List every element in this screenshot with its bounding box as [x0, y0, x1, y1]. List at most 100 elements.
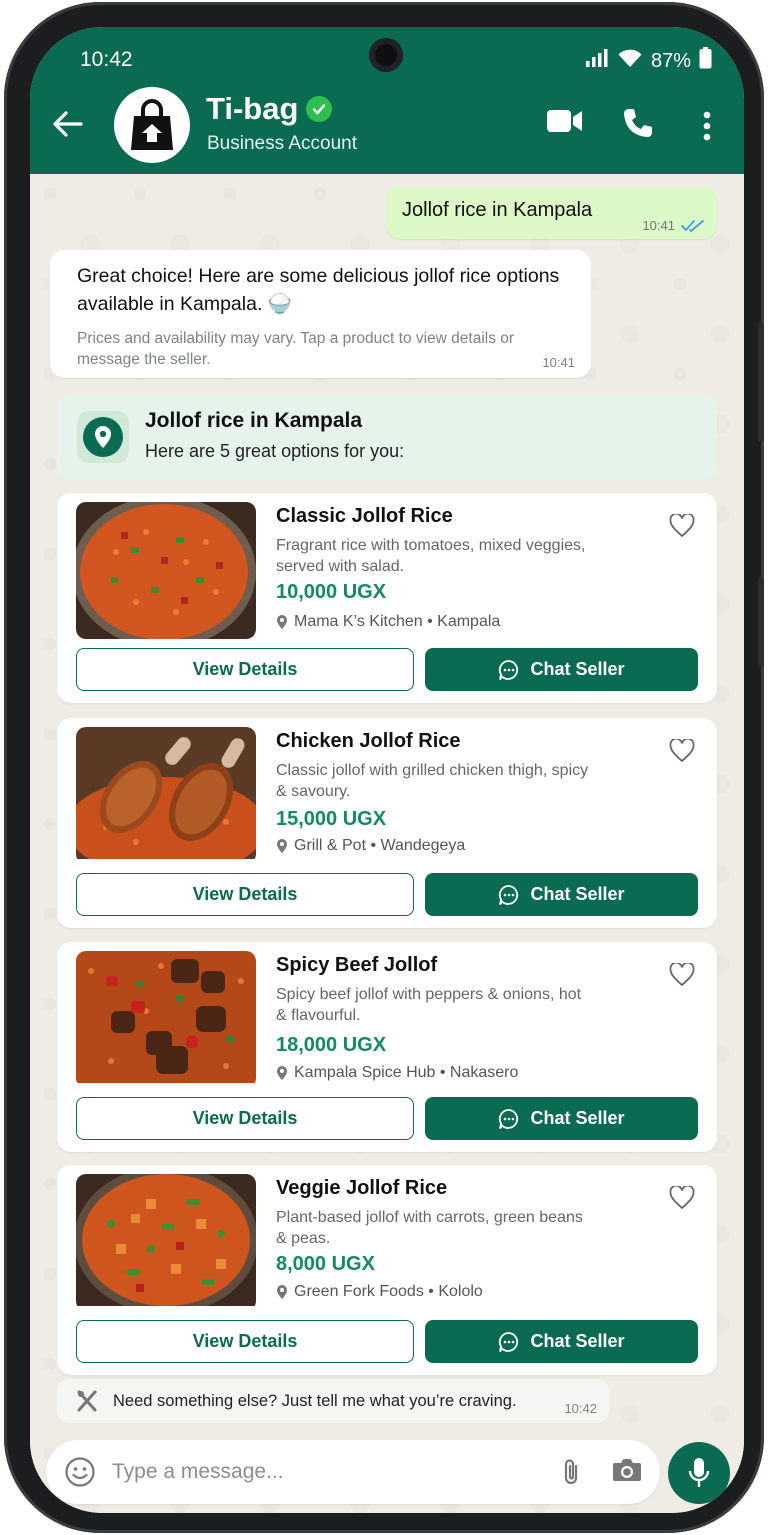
screen: 10:42 87% Ti-bag Business Account Jollof…	[30, 27, 744, 1513]
incoming-message-note: Prices and availability may vary. Tap a …	[77, 330, 515, 368]
product-price: 18,000 UGX	[276, 1034, 387, 1056]
phone-icon	[624, 109, 652, 137]
product-price: 15,000 UGX	[276, 808, 387, 830]
video-call-button[interactable]	[547, 109, 583, 133]
more-options-button[interactable]	[702, 111, 712, 141]
bag-logo-icon	[131, 99, 173, 150]
verified-badge-icon	[306, 96, 333, 122]
chat-seller-button[interactable]: Chat Seller	[425, 873, 698, 916]
heart-icon	[669, 514, 695, 538]
favorite-button[interactable]	[669, 1185, 695, 1211]
chat-seller-label: Chat Seller	[530, 1108, 625, 1128]
favorite-button[interactable]	[669, 513, 695, 539]
product-image[interactable]	[76, 1174, 256, 1311]
message-time: 10:41	[642, 218, 675, 233]
product-name[interactable]: Veggie Jollof Rice	[276, 1177, 447, 1200]
favorite-button[interactable]	[669, 738, 695, 764]
location-pin-icon	[277, 1285, 287, 1299]
video-call-icon	[547, 110, 582, 132]
favorite-button[interactable]	[669, 962, 695, 988]
chat-bubble-icon	[499, 884, 519, 905]
product-card[interactable]: Chicken Jollof Rice Classic jollof with …	[57, 718, 717, 928]
product-location-text: Mama K’s Kitchen • Kampala	[294, 613, 501, 630]
heart-icon	[669, 739, 695, 763]
status-time: 10:42	[80, 48, 133, 71]
product-card[interactable]: Veggie Jollof Rice Plant-based jollof wi…	[57, 1165, 717, 1375]
contact-name[interactable]: Ti-bag	[206, 91, 333, 127]
voice-message-button[interactable]	[668, 1442, 730, 1504]
product-name[interactable]: Spicy Beef Jollof	[276, 954, 437, 977]
chat-seller-button[interactable]: Chat Seller	[425, 1097, 698, 1140]
results-header: Jollof rice in Kampala Here are 5 great …	[57, 395, 717, 480]
product-location: Kampala Spice Hub • Nakasero	[276, 1064, 518, 1082]
product-price: 10,000 UGX	[276, 581, 387, 603]
volume-button	[758, 322, 764, 442]
results-subtitle: Here are 5 great options for you:	[145, 441, 405, 461]
voice-call-button[interactable]	[622, 107, 654, 139]
message-input[interactable]	[112, 1454, 512, 1490]
chat-header: 10:42 87% Ti-bag Business Account	[30, 27, 744, 174]
product-card[interactable]: Spicy Beef Jollof Spicy beef jollof with…	[57, 942, 717, 1152]
product-location: Mama K’s Kitchen • Kampala	[276, 613, 500, 631]
incoming-message-text: Great choice! Here are some delicious jo…	[77, 265, 560, 315]
double-check-icon	[681, 219, 704, 232]
contact-name-text: Ti-bag	[206, 91, 299, 126]
chat-bubble-icon	[499, 1108, 519, 1129]
location-badge	[77, 411, 129, 463]
more-vertical-icon	[703, 111, 711, 141]
product-name[interactable]: Classic Jollof Rice	[276, 505, 453, 528]
product-image[interactable]	[76, 727, 256, 864]
product-location-text: Grill & Pot • Wandegeya	[294, 837, 466, 854]
power-button	[758, 577, 764, 667]
chat-seller-button[interactable]: Chat Seller	[425, 648, 698, 691]
location-pin-icon	[277, 1066, 287, 1080]
product-description: Plant-based jollof with carrots, green b…	[276, 1209, 583, 1247]
chat-seller-button[interactable]: Chat Seller	[425, 1320, 698, 1363]
location-pin-icon	[277, 839, 287, 853]
message-meta: 10:41	[642, 218, 705, 233]
product-card[interactable]: Classic Jollof Rice Fragrant rice with t…	[57, 493, 717, 703]
product-location-text: Green Fork Foods • Kololo	[294, 1283, 483, 1300]
product-location: Grill & Pot • Wandegeya	[276, 837, 465, 855]
product-image[interactable]	[76, 502, 256, 639]
message-time: 10:42	[564, 1401, 597, 1416]
product-price: 8,000 UGX	[276, 1253, 375, 1275]
back-arrow-icon	[53, 111, 83, 137]
chat-seller-label: Chat Seller	[530, 659, 625, 679]
message-time: 10:41	[542, 355, 575, 370]
avatar[interactable]	[114, 87, 190, 163]
product-location: Green Fork Foods • Kololo	[276, 1283, 483, 1301]
chat-seller-label: Chat Seller	[530, 1331, 625, 1351]
incoming-message[interactable]: Great choice! Here are some delicious jo…	[50, 250, 591, 378]
results-title: Jollof rice in Kampala	[145, 409, 363, 432]
camera-button[interactable]	[612, 1457, 642, 1488]
product-description: Spicy beef jollof with peppers & onions,…	[276, 986, 582, 1024]
attach-button[interactable]	[560, 1457, 582, 1492]
view-details-button[interactable]: View Details	[76, 648, 414, 691]
emoji-button[interactable]	[64, 1456, 96, 1493]
view-details-button[interactable]: View Details	[76, 1097, 414, 1140]
view-details-button[interactable]: View Details	[76, 1320, 414, 1363]
assistant-followup-message[interactable]: Need something else? Just tell me what y…	[57, 1379, 609, 1423]
product-name[interactable]: Chicken Jollof Rice	[276, 730, 461, 753]
fork-knife-icon	[77, 1390, 97, 1412]
wifi-icon	[617, 48, 643, 74]
back-button[interactable]	[50, 106, 86, 142]
battery-icon	[699, 47, 712, 75]
emoji-icon	[65, 1457, 95, 1487]
location-pin-icon	[95, 426, 111, 448]
message-composer	[46, 1440, 660, 1504]
heart-icon	[669, 963, 695, 987]
location-pin-icon	[277, 615, 287, 629]
followup-text: Need something else? Just tell me what y…	[113, 1391, 517, 1410]
view-details-button[interactable]: View Details	[76, 873, 414, 916]
outgoing-message[interactable]: Jollof rice in Kampala 10:41	[386, 187, 717, 239]
product-image[interactable]	[76, 951, 256, 1088]
battery-percent: 87%	[650, 49, 691, 72]
status-icons: 87%	[585, 47, 712, 75]
camera-icon	[613, 1459, 641, 1481]
chat-seller-label: Chat Seller	[530, 884, 625, 904]
signal-icon	[585, 49, 609, 73]
front-camera	[369, 38, 403, 72]
phone-frame: 10:42 87% Ti-bag Business Account Jollof…	[4, 2, 764, 1533]
